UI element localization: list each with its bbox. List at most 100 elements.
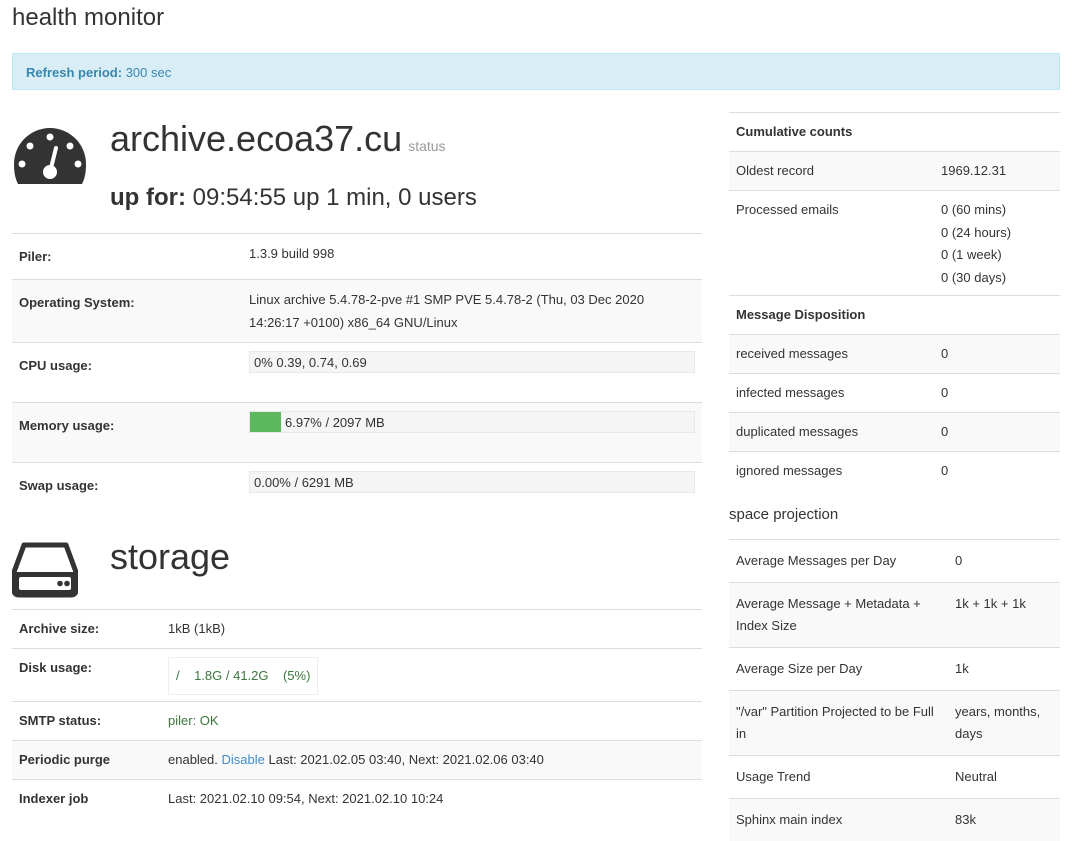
swap-usage-bar: 0.00% / 6291 MB bbox=[249, 471, 695, 493]
table-row-counts-header: Cumulative counts bbox=[729, 113, 1060, 152]
var-partition-full-label: "/var" Partition Projected to be Full in bbox=[729, 691, 948, 756]
processed-1-week: 0 (1 week) bbox=[941, 244, 1053, 267]
archive-size-label: Archive size: bbox=[12, 610, 161, 649]
memory-usage-value: 6.97% / 2097 MB bbox=[285, 414, 385, 432]
processed-30-days: 0 (30 days) bbox=[941, 267, 1053, 290]
table-row-oldest: Oldest record 1969.12.31 bbox=[729, 152, 1060, 191]
duplicated-label: duplicated messages bbox=[729, 413, 934, 452]
table-row-purge: Periodic purge enabled. Disable Last: 20… bbox=[12, 741, 702, 780]
cumulative-counts-header: Cumulative counts bbox=[729, 113, 1060, 152]
sphinx-index-value: 83k bbox=[948, 799, 1060, 841]
host-name: archive.ecoa37.cu bbox=[110, 118, 402, 159]
avg-message-size-value: 1k + 1k + 1k bbox=[948, 583, 1060, 648]
oldest-record-value: 1969.12.31 bbox=[934, 152, 1060, 191]
table-row-duplicated: duplicated messages 0 bbox=[729, 413, 1060, 452]
message-disposition-header: Message Disposition bbox=[729, 296, 1060, 335]
avg-message-size-label: Average Message + Metadata + Index Size bbox=[729, 583, 948, 648]
oldest-record-label: Oldest record bbox=[729, 152, 934, 191]
processed-60-mins: 0 (60 mins) bbox=[941, 199, 1053, 222]
purge-schedule: Last: 2021.02.05 03:40, Next: 2021.02.06… bbox=[269, 752, 544, 767]
host-status-label: status bbox=[408, 138, 445, 154]
sphinx-index-label: Sphinx main index bbox=[729, 799, 948, 841]
table-row-disk-usage: Disk usage: / 1.8G / 41.2G (5%) bbox=[12, 649, 702, 702]
ignored-value: 0 bbox=[934, 452, 1060, 491]
piler-label: Piler: bbox=[12, 234, 242, 280]
ignored-label: ignored messages bbox=[729, 452, 934, 491]
cumulative-counts-table: Cumulative counts Oldest record 1969.12.… bbox=[729, 112, 1060, 490]
dashboard-gauge-icon bbox=[12, 126, 88, 186]
archive-size-value: 1kB (1kB) bbox=[161, 610, 702, 649]
infected-label: infected messages bbox=[729, 374, 934, 413]
os-label: Operating System: bbox=[12, 280, 242, 343]
table-row-swap: Swap usage: 0.00% / 6291 MB bbox=[12, 463, 702, 509]
cpu-usage-bar: 0% 0.39, 0.74, 0.69 bbox=[249, 351, 695, 373]
avg-size-per-day-label: Average Size per Day bbox=[729, 648, 948, 691]
refresh-period-label: Refresh period: bbox=[26, 65, 122, 80]
table-row-received: received messages 0 bbox=[729, 335, 1060, 374]
refresh-period-value: 300 sec bbox=[126, 65, 172, 80]
usage-trend-value: Neutral bbox=[948, 756, 1060, 799]
cpu-label: CPU usage: bbox=[12, 343, 242, 403]
disk-usage-label: Disk usage: bbox=[12, 649, 161, 702]
avg-size-per-day-value: 1k bbox=[948, 648, 1060, 691]
table-row-archive-size: Archive size: 1kB (1kB) bbox=[12, 610, 702, 649]
usage-trend-label: Usage Trend bbox=[729, 756, 948, 799]
table-row-avg-day: Average Size per Day 1k bbox=[729, 648, 1060, 691]
indexer-label: Indexer job bbox=[12, 780, 161, 819]
smtp-status-value: piler: OK bbox=[161, 702, 702, 741]
table-row-var-full: "/var" Partition Projected to be Full in… bbox=[729, 691, 1060, 756]
processed-emails-label: Processed emails bbox=[729, 191, 934, 296]
memory-usage-fill bbox=[250, 412, 281, 432]
table-row-infected: infected messages 0 bbox=[729, 374, 1060, 413]
uptime-label: up for: bbox=[110, 184, 186, 211]
disk-mount: / bbox=[176, 668, 180, 683]
disable-purge-link[interactable]: Disable bbox=[222, 752, 265, 767]
table-row-ignored: ignored messages 0 bbox=[729, 452, 1060, 491]
table-row-avg-size: Average Message + Metadata + Index Size … bbox=[729, 583, 1060, 648]
disk-percent: (5%) bbox=[283, 668, 310, 683]
table-row-piler: Piler: 1.3.9 build 998 bbox=[12, 234, 702, 280]
received-label: received messages bbox=[729, 335, 934, 374]
var-partition-full-value: years, months, days bbox=[948, 691, 1060, 756]
table-row-sphinx: Sphinx main index 83k bbox=[729, 799, 1060, 841]
infected-value: 0 bbox=[934, 374, 1060, 413]
cpu-usage-value: 0% 0.39, 0.74, 0.69 bbox=[254, 354, 367, 372]
disk-usage-box: / 1.8G / 41.2G (5%) bbox=[168, 657, 318, 695]
avg-messages-label: Average Messages per Day bbox=[729, 540, 948, 583]
table-row-smtp: SMTP status: piler: OK bbox=[12, 702, 702, 741]
purge-state: enabled. bbox=[168, 752, 218, 767]
indexer-value: Last: 2021.02.10 09:54, Next: 2021.02.10… bbox=[161, 780, 702, 819]
uptime-value: 09:54:55 up 1 min, 0 users bbox=[193, 184, 477, 211]
duplicated-value: 0 bbox=[934, 413, 1060, 452]
disk-used-total: 1.8G / 41.2G bbox=[194, 668, 268, 683]
avg-messages-value: 0 bbox=[948, 540, 1060, 583]
purge-label: Periodic purge bbox=[12, 741, 161, 780]
page-title: health monitor bbox=[12, 4, 164, 32]
memory-usage-bar: 6.97% / 2097 MB bbox=[249, 411, 695, 433]
hard-drive-icon bbox=[12, 542, 78, 598]
host-name-heading: archive.ecoa37.cu status bbox=[110, 118, 446, 160]
smtp-label: SMTP status: bbox=[12, 702, 161, 741]
table-row-os: Operating System: Linux archive 5.4.78-2… bbox=[12, 280, 702, 343]
processed-24-hours: 0 (24 hours) bbox=[941, 222, 1053, 245]
piler-value: 1.3.9 build 998 bbox=[242, 234, 702, 280]
table-row-processed: Processed emails 0 (60 mins) 0 (24 hours… bbox=[729, 191, 1060, 296]
storage-heading: storage bbox=[110, 536, 230, 578]
table-row-indexer: Indexer job Last: 2021.02.10 09:54, Next… bbox=[12, 780, 702, 819]
swap-usage-value: 0.00% / 6291 MB bbox=[254, 474, 354, 492]
storage-table: Archive size: 1kB (1kB) Disk usage: / 1.… bbox=[12, 609, 702, 818]
os-value: Linux archive 5.4.78-2-pve #1 SMP PVE 5.… bbox=[242, 280, 702, 343]
space-projection-table: Average Messages per Day 0 Average Messa… bbox=[729, 539, 1060, 841]
table-row-avg-msgs: Average Messages per Day 0 bbox=[729, 540, 1060, 583]
memory-label: Memory usage: bbox=[12, 403, 242, 463]
space-projection-heading: space projection bbox=[729, 506, 838, 523]
system-info-table: Piler: 1.3.9 build 998 Operating System:… bbox=[12, 233, 702, 508]
refresh-period-alert: Refresh period: 300 sec bbox=[12, 53, 1060, 90]
table-row-disposition-header: Message Disposition bbox=[729, 296, 1060, 335]
swap-label: Swap usage: bbox=[12, 463, 242, 509]
table-row-memory: Memory usage: 6.97% / 2097 MB bbox=[12, 403, 702, 463]
table-row-trend: Usage Trend Neutral bbox=[729, 756, 1060, 799]
uptime-heading: up for: 09:54:55 up 1 min, 0 users bbox=[110, 184, 477, 212]
table-row-cpu: CPU usage: 0% 0.39, 0.74, 0.69 bbox=[12, 343, 702, 403]
received-value: 0 bbox=[934, 335, 1060, 374]
